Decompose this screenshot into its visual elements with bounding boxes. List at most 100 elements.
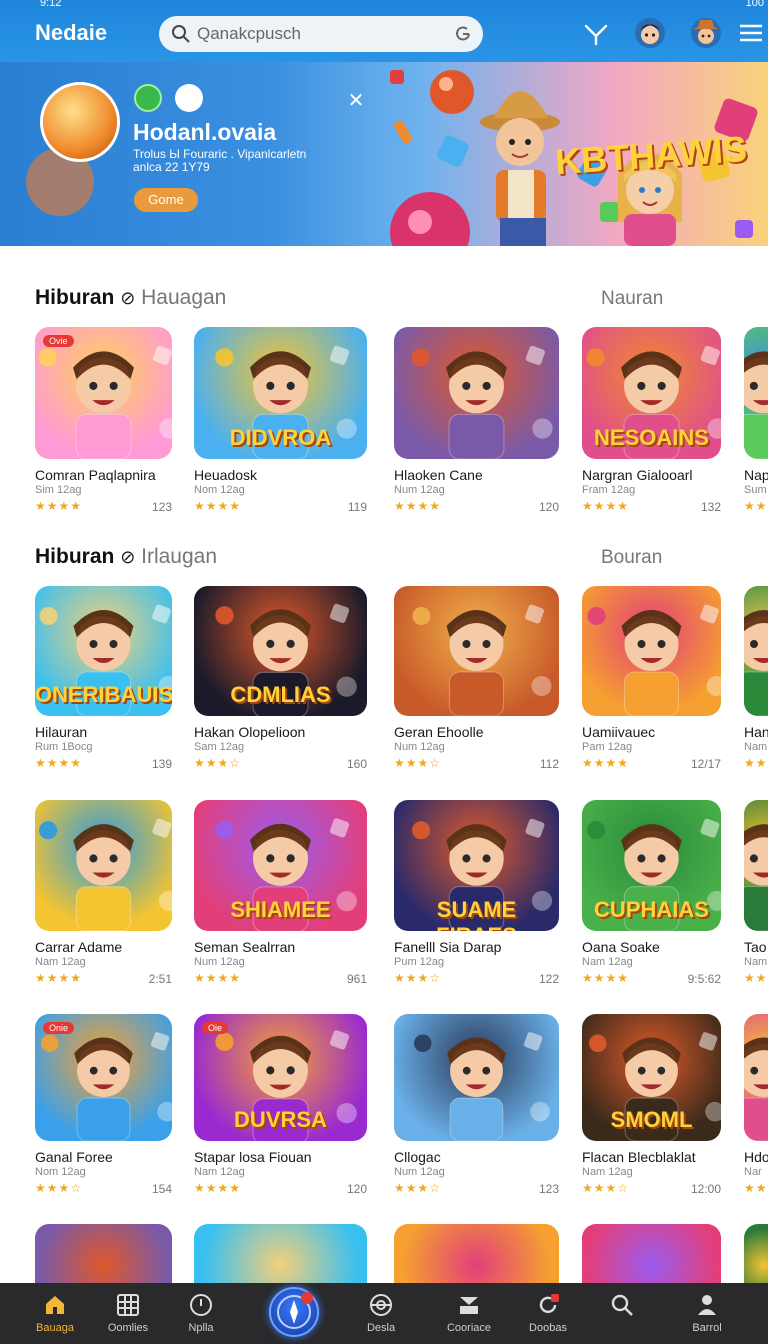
game-title[interactable]: Oana Soake bbox=[582, 939, 660, 955]
game-thumbnail[interactable]: NESOAINS bbox=[582, 327, 721, 459]
rating-stars: ★★★★ bbox=[744, 499, 768, 513]
game-title[interactable]: Ganal Foree bbox=[35, 1149, 113, 1165]
game-thumbnail[interactable] bbox=[394, 586, 559, 716]
game-thumbnail[interactable] bbox=[394, 1014, 559, 1141]
game-subtitle: Nam bbox=[744, 956, 768, 968]
nav-item-explore[interactable]: Desla bbox=[341, 1283, 421, 1344]
rating-stars: ★★★★ bbox=[744, 1181, 768, 1195]
game-character-art bbox=[744, 351, 768, 459]
game-subtitle: Nam 12ag bbox=[582, 956, 633, 968]
game-thumbnail[interactable]: DIDVROA bbox=[194, 327, 367, 459]
game-title[interactable]: Nap bbox=[744, 467, 768, 483]
hero-banner[interactable]: ✕ Hodanl.ovaia Trolus Ы Fouraric . Vipan… bbox=[0, 62, 768, 246]
game-title[interactable]: Hdo bbox=[744, 1149, 768, 1165]
status-battery: 100 bbox=[745, 0, 764, 9]
nav-item-inbox[interactable]: Cooriace bbox=[429, 1283, 509, 1344]
game-title[interactable]: Seman Sealrran bbox=[194, 939, 295, 955]
search-icon bbox=[611, 1294, 633, 1316]
game-thumbnail[interactable] bbox=[582, 586, 721, 716]
game-subtitle: Nam 12ag bbox=[582, 1166, 633, 1178]
home-icon bbox=[46, 1296, 64, 1314]
filter-icon[interactable] bbox=[580, 16, 612, 50]
game-thumbnail[interactable] bbox=[394, 1224, 559, 1283]
game-thumbnail[interactable]: SHIAMEE bbox=[194, 800, 367, 931]
game-character-art bbox=[744, 824, 768, 931]
close-icon[interactable]: ✕ bbox=[346, 91, 366, 111]
game-art-title: DUVRSA bbox=[234, 1107, 327, 1132]
rating-stars: ★★★★ bbox=[194, 971, 242, 985]
game-subtitle: Nam 12ag bbox=[194, 1166, 245, 1178]
game-title[interactable]: Carrar Adame bbox=[35, 939, 122, 955]
nav-item-profile[interactable]: Barrol bbox=[667, 1283, 747, 1344]
game-subtitle: Num 12ag bbox=[394, 484, 445, 496]
game-title[interactable]: Han bbox=[744, 724, 768, 740]
game-subtitle: Sim 12ag bbox=[35, 484, 82, 496]
game-title[interactable]: Heuadosk bbox=[194, 467, 257, 483]
nav-item-categories[interactable]: Oomlies bbox=[88, 1283, 168, 1344]
compass-icon bbox=[370, 1294, 392, 1316]
game-art-title: DIDVROA bbox=[229, 425, 332, 450]
game-thumbnail[interactable] bbox=[744, 327, 768, 459]
game-title[interactable]: Geran Ehoolle bbox=[394, 724, 484, 740]
game-thumbnail[interactable] bbox=[194, 1224, 367, 1283]
game-thumbnail[interactable]: Onie bbox=[35, 1014, 172, 1141]
game-title[interactable]: Stapar losa Fiouan bbox=[194, 1149, 312, 1165]
game-subtitle: Nam 12ag bbox=[35, 956, 86, 968]
game-title[interactable]: Hlaoken Cane bbox=[394, 467, 483, 483]
google-icon[interactable] bbox=[453, 24, 473, 44]
compass-play-button[interactable] bbox=[269, 1287, 319, 1337]
nav-item-notifications[interactable]: Doobas bbox=[508, 1283, 588, 1344]
rating-stars: ★★★★ bbox=[194, 1181, 242, 1195]
clock-icon: ⊘ bbox=[120, 547, 136, 567]
nav-item-recent[interactable]: Nplla bbox=[161, 1283, 241, 1344]
hero-game-logo bbox=[40, 82, 120, 162]
hero-title: Hodanl.ovaia bbox=[133, 119, 277, 145]
menu-icon[interactable] bbox=[735, 16, 767, 50]
avatar[interactable] bbox=[634, 16, 666, 50]
game-title[interactable]: Comran Paqlapnira bbox=[35, 467, 156, 483]
section-title-bold: Hiburan bbox=[35, 545, 115, 568]
grid-icon bbox=[117, 1294, 139, 1316]
user-icon bbox=[698, 1295, 716, 1315]
game-thumbnail[interactable]: CDMLIAS bbox=[194, 586, 367, 716]
game-title[interactable]: Tao bbox=[744, 939, 767, 955]
play-count: 120 bbox=[538, 500, 559, 514]
nav-label: Bauaga bbox=[36, 1322, 74, 1334]
game-title[interactable]: Flacan Blecblaklat bbox=[582, 1149, 696, 1165]
game-thumbnail[interactable]: Oie DUVRSA bbox=[194, 1014, 367, 1141]
search-input[interactable] bbox=[197, 20, 437, 48]
search-bar[interactable] bbox=[159, 16, 483, 52]
section-more-link[interactable]: Nauran bbox=[601, 288, 663, 310]
game-title[interactable]: Uamiivauec bbox=[582, 724, 655, 740]
game-thumbnail[interactable] bbox=[35, 800, 172, 931]
section-more-link[interactable]: Bouran bbox=[601, 547, 662, 569]
play-count: 123 bbox=[151, 500, 172, 514]
game-thumbnail[interactable] bbox=[744, 1224, 768, 1283]
avatar[interactable] bbox=[690, 16, 722, 50]
game-title[interactable]: Hakan Olopelioon bbox=[194, 724, 305, 740]
rating-stars: ★★★★ bbox=[744, 971, 768, 985]
play-count: 12/17 bbox=[690, 757, 721, 771]
game-title[interactable]: Nargran Gialooarl bbox=[582, 467, 693, 483]
game-thumbnail[interactable] bbox=[35, 1224, 172, 1283]
game-thumbnail[interactable] bbox=[744, 1014, 768, 1141]
game-title[interactable]: Cllogac bbox=[394, 1149, 441, 1165]
game-thumbnail[interactable] bbox=[744, 586, 768, 716]
section-title-bold: Hiburan bbox=[35, 286, 115, 309]
game-title[interactable]: Fanelll Sia Darap bbox=[394, 939, 501, 955]
game-title[interactable]: Hilauran bbox=[35, 724, 87, 740]
nav-item-search[interactable] bbox=[582, 1283, 662, 1344]
hero-play-button[interactable]: Gome bbox=[134, 188, 198, 212]
rating-stars: ★★★★ bbox=[35, 499, 83, 513]
game-thumbnail[interactable]: CUPHAIAS bbox=[582, 800, 721, 931]
section-title-light: Irlaugan bbox=[141, 545, 218, 568]
game-thumbnail[interactable]: SUAME FIRAES bbox=[394, 800, 559, 931]
game-thumbnail[interactable] bbox=[582, 1224, 721, 1283]
game-character-art bbox=[744, 1037, 768, 1141]
game-thumbnail[interactable]: Ovie bbox=[35, 327, 172, 459]
game-thumbnail[interactable]: SMOML bbox=[582, 1014, 721, 1141]
game-thumbnail[interactable] bbox=[744, 800, 768, 931]
game-thumbnail[interactable] bbox=[394, 327, 559, 459]
nav-item-home[interactable]: Bauaga bbox=[15, 1283, 95, 1344]
game-thumbnail[interactable]: ONERIBAUIS bbox=[35, 586, 172, 716]
